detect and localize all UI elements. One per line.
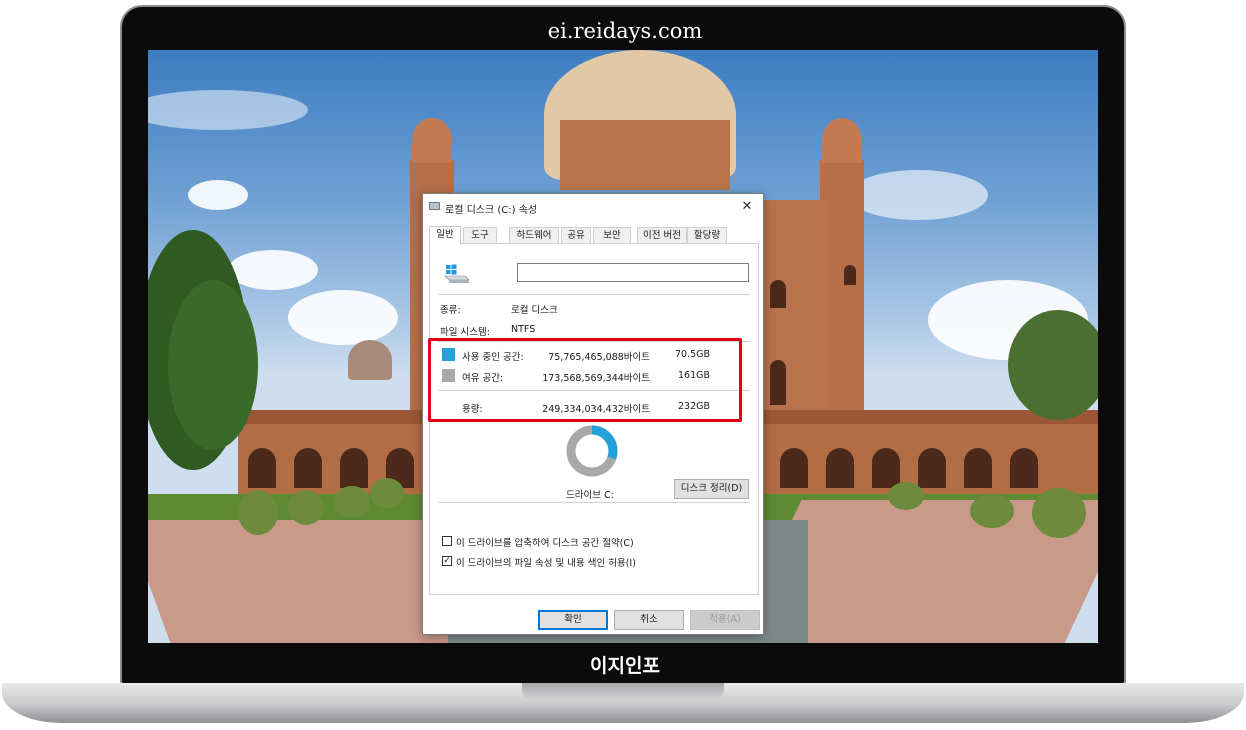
drive-name-input[interactable] [517,263,749,282]
tab-previous-versions[interactable]: 이전 버전 [637,227,687,244]
ok-button[interactable]: 확인 [538,610,608,630]
apply-button[interactable]: 적용(A) [690,610,760,630]
compress-checkbox[interactable] [442,536,452,546]
compress-label: 이 드라이브를 압축하여 디스크 공간 절약(C) [456,538,634,549]
tab-quota[interactable]: 할당량 [687,227,727,244]
tab-security[interactable]: 보안 [593,227,631,244]
filesystem-value: NTFS [511,324,536,335]
usage-donut-chart [566,425,618,477]
cancel-button[interactable]: 취소 [614,610,684,630]
divider [438,294,750,295]
windows-drive-icon [444,264,470,283]
drive-icon [429,202,440,210]
highlight-annotation [428,338,742,422]
index-label: 이 드라이브의 파일 속성 및 내용 색인 허용(I) [456,558,636,569]
disk-cleanup-button[interactable]: 디스크 정리(D) [674,479,749,499]
filesystem-label: 파일 시스템: [440,327,490,338]
dialog-title: 로컬 디스크 (C:) 속성 [445,205,538,216]
close-button[interactable]: ✕ [737,197,757,217]
dialog-titlebar[interactable]: 로컬 디스크 (C:) 속성 ✕ [423,194,763,220]
tab-tools[interactable]: 도구 [463,227,497,244]
type-label: 종류: [440,305,461,316]
tab-general[interactable]: 일반 [429,226,461,245]
tab-bar: 일반 도구 하드웨어 공유 보안 이전 버전 할당량 [429,226,759,245]
laptop-notch [522,683,724,699]
type-value: 로컬 디스크 [511,305,558,316]
brand-label: 이지인포 [590,655,660,677]
index-checkbox[interactable]: ✓ [442,556,452,566]
tab-hardware[interactable]: 하드웨어 [509,227,559,244]
drive-label: 드라이브 C: [566,490,614,501]
tab-sharing[interactable]: 공유 [561,227,591,244]
divider [438,502,750,503]
site-watermark: ei.reidays.com [547,19,703,43]
